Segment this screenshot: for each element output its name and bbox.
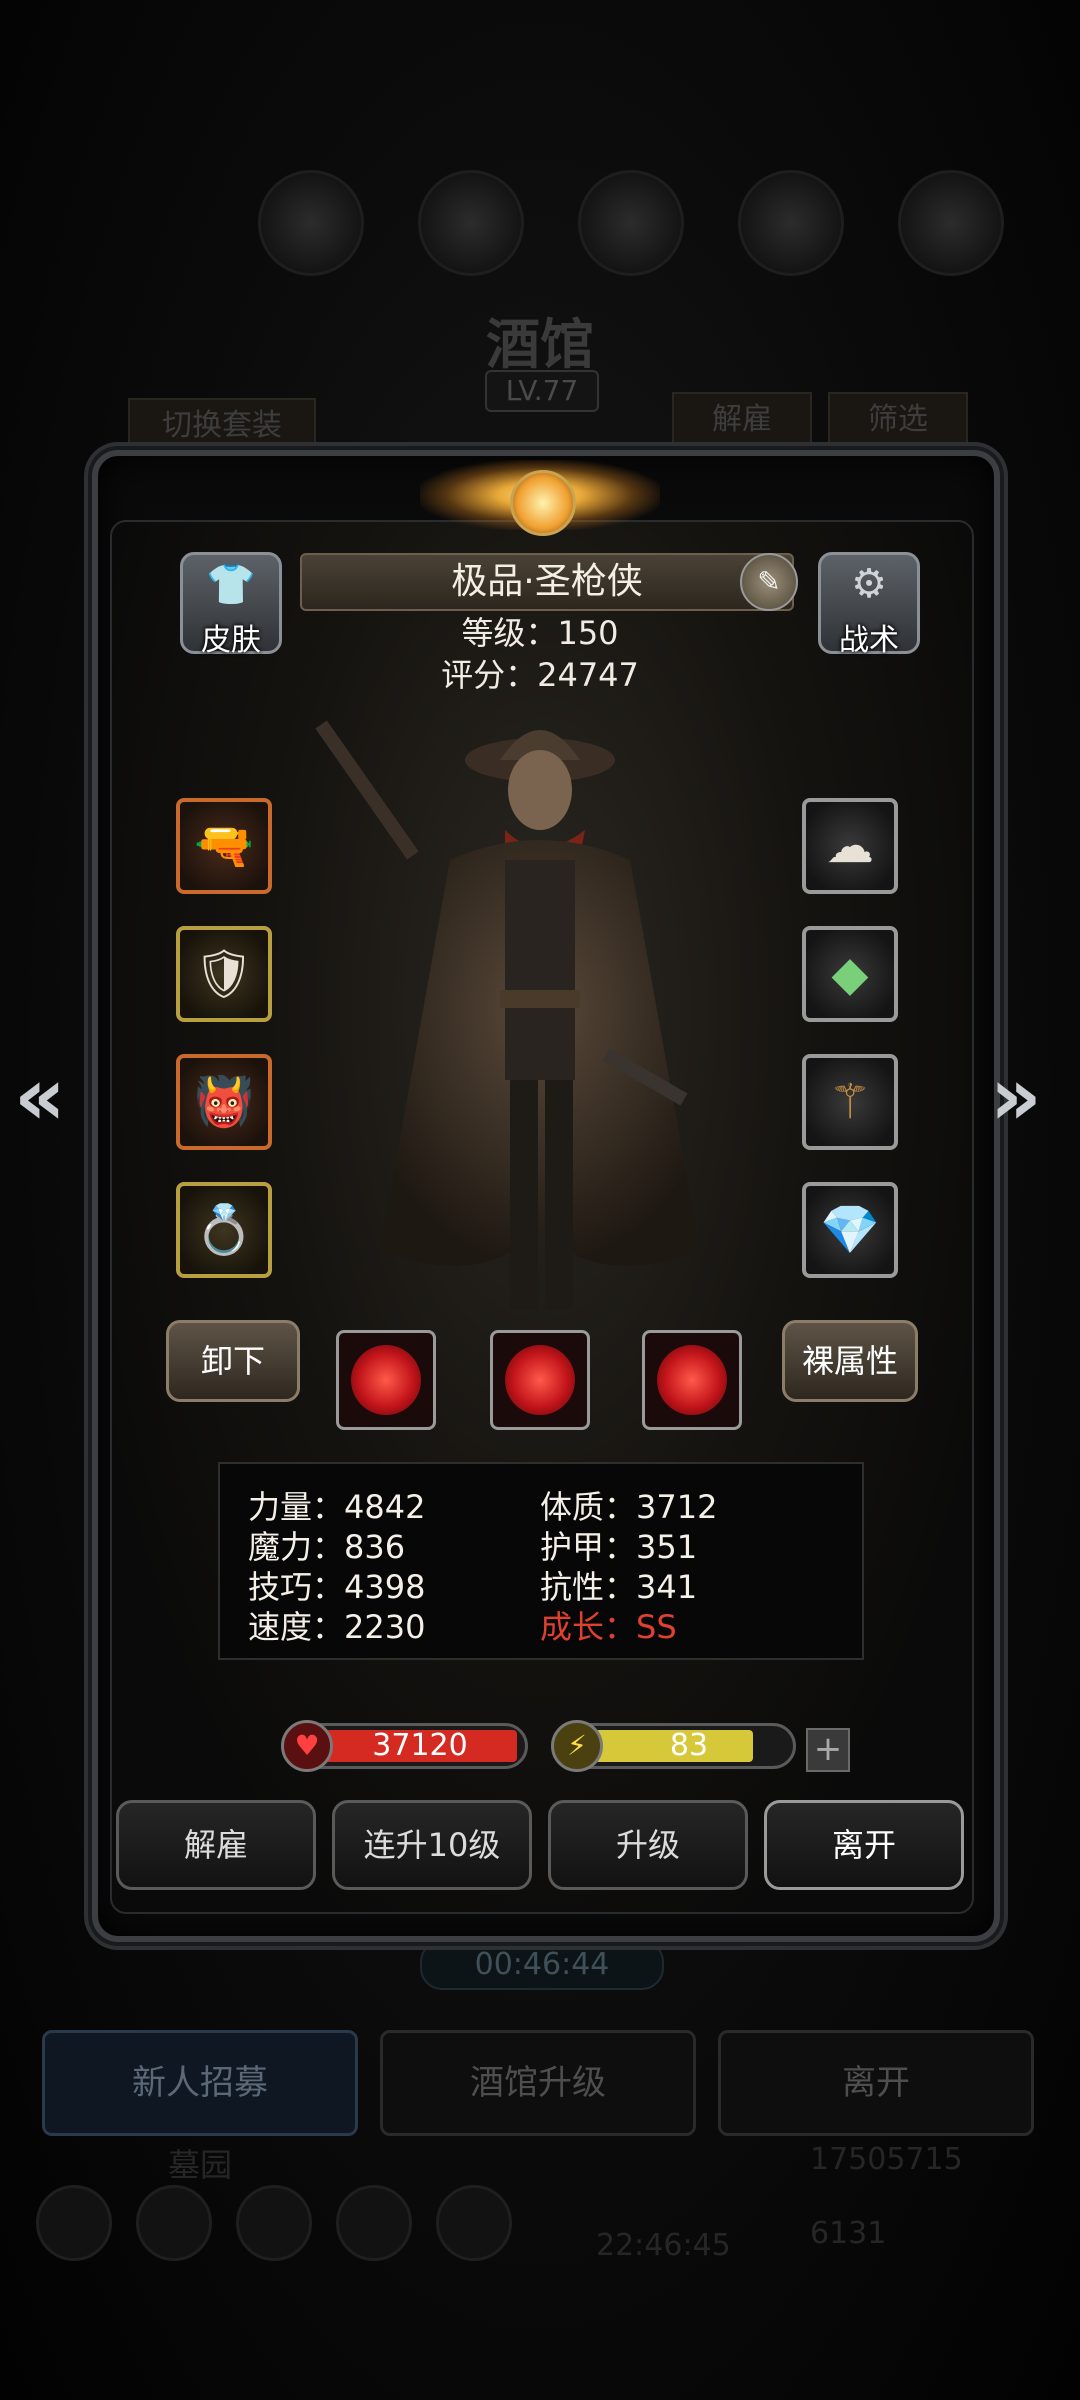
dismiss-bg-button[interactable]: 解雇 [672,392,812,448]
ring-slot[interactable]: 💍 [176,1182,272,1278]
cloud-ring-icon: ☁ [826,818,874,874]
filter-button[interactable]: 筛选 [828,392,968,448]
gem-amount: 6131 [810,2216,887,2251]
menu-icon-3 [578,170,684,276]
tab-tavern-upgrade[interactable]: 酒馆升级 [380,2030,696,2136]
accessory-slot-1[interactable]: ☁ [802,798,898,894]
fire-swirl-icon [505,1345,575,1415]
bottom-icon-5 [436,2185,512,2261]
helmet-slot[interactable]: 👹 [176,1054,272,1150]
armor-icon: 🛡 [193,946,255,1002]
next-hero-arrow[interactable]: » [990,1050,1042,1143]
unequip-button[interactable]: 卸下 [166,1320,300,1402]
bottom-icon-1 [36,2185,112,2261]
hp-bar: 37120 ♥ [281,1720,528,1772]
target-rune-icon [351,1345,421,1415]
level-up-button[interactable]: 升级 [548,1800,748,1890]
switch-outfit-button[interactable]: 切换套装 [128,398,316,454]
menu-icon-1 [258,170,364,276]
tab-leave[interactable]: 离开 [718,2030,1034,2136]
gear-icon: ⚙ [851,561,887,607]
hero-portrait [315,720,700,1310]
accessory-slot-3[interactable]: ⚚ [802,1054,898,1150]
demon-mask-icon: 👹 [194,1074,254,1130]
crystal-icon: ◆ [831,946,869,1002]
shirt-icon: 👕 [206,562,256,608]
skill-slot-2[interactable] [490,1330,590,1430]
weapon-slot[interactable]: 🔫 [176,798,272,894]
diamond-icon: 💎 [820,1202,880,1258]
tavern-title: 酒馆 [486,312,594,376]
lightning-icon: ⚡ [551,1720,603,1772]
previous-hero-arrow[interactable]: « [14,1050,66,1143]
graveyard-label: 墓园 [168,2146,233,2184]
base-attributes-button[interactable]: 裸属性 [782,1320,918,1402]
menu-icon-2 [418,170,524,276]
attr-speed: 速度：2230 [248,1608,426,1646]
armor-slot[interactable]: 🛡 [176,926,272,1022]
edit-name-icon[interactable]: ✎ [740,553,798,611]
accessory-slot-4[interactable]: 💎 [802,1182,898,1278]
tab-new-recruit[interactable]: 新人招募 [42,2030,358,2136]
gold-amount: 17505715 [810,2142,963,2177]
bottom-icon-3 [236,2185,312,2261]
gun-icon: 🔫 [194,818,254,874]
energy-bar: 83 ⚡ [551,1720,796,1772]
crosshair-icon [657,1345,727,1415]
clock: 22:46:45 [596,2228,731,2263]
staff-icon: ⚚ [828,1074,872,1130]
bottom-icon-4 [336,2185,412,2261]
recruit-timer: 00:46:44 [420,1940,664,1990]
skill-slot-3[interactable] [642,1330,742,1430]
skill-slot-1[interactable] [336,1330,436,1430]
emblem-icon [510,470,576,536]
menu-icon-5 [898,170,1004,276]
tavern-level: LV.77 [485,370,599,412]
hero-name: 极品·圣枪侠 [300,553,794,611]
menu-icon-4 [738,170,844,276]
accessory-slot-2[interactable]: ◆ [802,926,898,1022]
heart-icon: ♥ [281,1720,333,1772]
add-energy-button[interactable]: + [806,1728,850,1772]
hp-value: 37120 [372,1728,468,1763]
energy-value: 83 [669,1728,709,1763]
hero-level: 等级：150 [461,614,619,652]
ring-icon: 💍 [194,1202,254,1258]
bottom-icon-2 [136,2185,212,2261]
dismiss-button[interactable]: 解雇 [116,1800,316,1890]
leave-button[interactable]: 离开 [764,1800,964,1890]
attr-growth: 成长：SS [540,1608,677,1646]
level-up-10-button[interactable]: 连升10级 [332,1800,532,1890]
